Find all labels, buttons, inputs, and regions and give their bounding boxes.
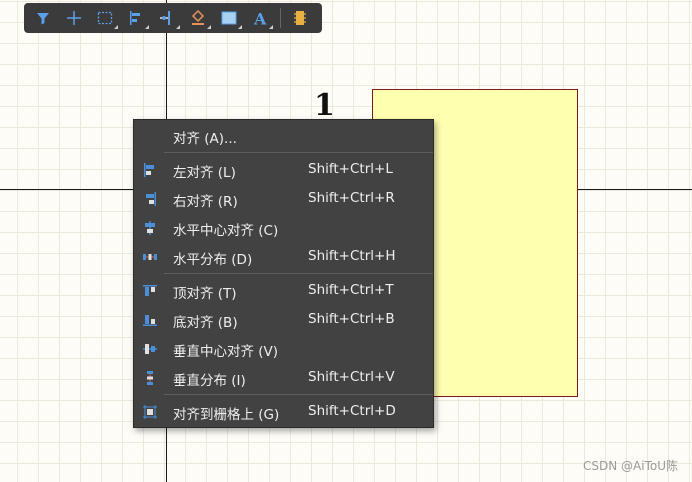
menu-item-align-dialog[interactable]: 对齐 (A)... <box>134 122 433 150</box>
menu-item-shortcut: Shift+Ctrl+T <box>308 282 394 298</box>
distribute-horizontal-icon <box>143 254 157 260</box>
menu-item-label: 水平分布 (D) <box>173 252 253 268</box>
filter-button[interactable] <box>30 6 56 30</box>
menu-item-label: 底对齐 (B) <box>173 315 238 331</box>
menu-item-align-horizontal-center[interactable]: 水平中心对齐 (C) <box>134 214 433 242</box>
align-bottom-icon <box>143 315 157 326</box>
align-vertical-center-icon <box>143 344 157 354</box>
menu-item-align-bottom[interactable]: 底对齐 (B) Shift+Ctrl+B <box>134 306 433 334</box>
menu-item-label: 对齐到栅格上 (G) <box>173 407 280 423</box>
distribute-vertical-icon <box>147 371 153 385</box>
fill-icon <box>191 9 205 25</box>
menu-item-shortcut: Shift+Ctrl+R <box>308 190 395 206</box>
menu-item-shortcut: Shift+Ctrl+V <box>308 369 395 385</box>
menu-item-label: 顶对齐 (T) <box>173 286 237 302</box>
place-pin-button[interactable] <box>154 6 180 30</box>
component-icon <box>294 11 306 25</box>
svg-text:A: A <box>253 10 267 28</box>
menu-item-align-left[interactable]: 左对齐 (L) Shift+Ctrl+L <box>134 156 433 184</box>
dropdown-arrow-icon <box>114 25 118 29</box>
menu-separator <box>164 152 433 153</box>
menu-item-label: 垂直中心对齐 (V) <box>173 344 279 360</box>
crosshair-button[interactable] <box>61 6 87 30</box>
rectangle-icon <box>221 11 237 25</box>
dropdown-arrow-icon <box>145 25 149 29</box>
toolbar-separator <box>280 8 281 28</box>
menu-item-label: 左对齐 (L) <box>173 165 236 181</box>
menu-item-shortcut: Shift+Ctrl+H <box>308 248 396 264</box>
menu-item-align-to-grid[interactable]: 对齐到栅格上 (G) Shift+Ctrl+D <box>134 398 433 426</box>
filter-icon <box>37 13 49 25</box>
crosshair-icon <box>67 11 81 25</box>
dropdown-arrow-icon <box>238 25 242 29</box>
dropdown-arrow-icon <box>207 25 211 29</box>
dropdown-arrow-icon <box>269 25 273 29</box>
align-left-icon <box>144 163 154 177</box>
align-to-grid-icon <box>143 405 157 419</box>
align-button[interactable] <box>123 6 149 30</box>
rectangle-button[interactable] <box>216 6 242 30</box>
menu-item-label: 水平中心对齐 (C) <box>173 223 279 239</box>
align-right-icon <box>146 192 156 206</box>
fill-button[interactable] <box>185 6 211 30</box>
menu-item-shortcut: Shift+Ctrl+D <box>308 403 396 419</box>
align-horizontal-center-icon <box>145 221 155 235</box>
active-bar-toolbar: A <box>24 3 322 33</box>
align-context-menu: 对齐 (A)... 左对齐 (L) Shift+Ctrl+L 右对齐 (R) S… <box>133 119 434 428</box>
menu-item-distribute-horizontal[interactable]: 水平分布 (D) Shift+Ctrl+H <box>134 243 433 271</box>
menu-item-shortcut: Shift+Ctrl+B <box>308 311 395 327</box>
selection-rect-icon <box>97 11 113 25</box>
menu-item-shortcut: Shift+Ctrl+L <box>308 161 393 177</box>
menu-item-distribute-vertical[interactable]: 垂直分布 (I) Shift+Ctrl+V <box>134 364 433 392</box>
text-button[interactable]: A <box>247 6 273 30</box>
dropdown-arrow-icon <box>176 25 180 29</box>
component-button[interactable] <box>287 6 313 30</box>
menu-item-align-top[interactable]: 顶对齐 (T) Shift+Ctrl+T <box>134 277 433 305</box>
menu-item-align-right[interactable]: 右对齐 (R) Shift+Ctrl+R <box>134 185 433 213</box>
menu-separator <box>164 273 433 274</box>
text-icon: A <box>253 10 267 28</box>
menu-item-align-vertical-center[interactable]: 垂直中心对齐 (V) <box>134 335 433 363</box>
pin-icon <box>160 11 170 25</box>
align-top-icon <box>143 285 157 296</box>
menu-separator <box>164 394 433 395</box>
select-rect-button[interactable] <box>92 6 118 30</box>
menu-item-label: 对齐 (A)... <box>173 131 237 147</box>
menu-item-label: 垂直分布 (I) <box>173 373 246 389</box>
watermark: CSDN @AiToU陈 <box>583 459 678 473</box>
menu-item-label: 右对齐 (R) <box>173 194 238 210</box>
align-icon <box>130 11 140 25</box>
pin-number-label: 1 <box>314 88 335 123</box>
